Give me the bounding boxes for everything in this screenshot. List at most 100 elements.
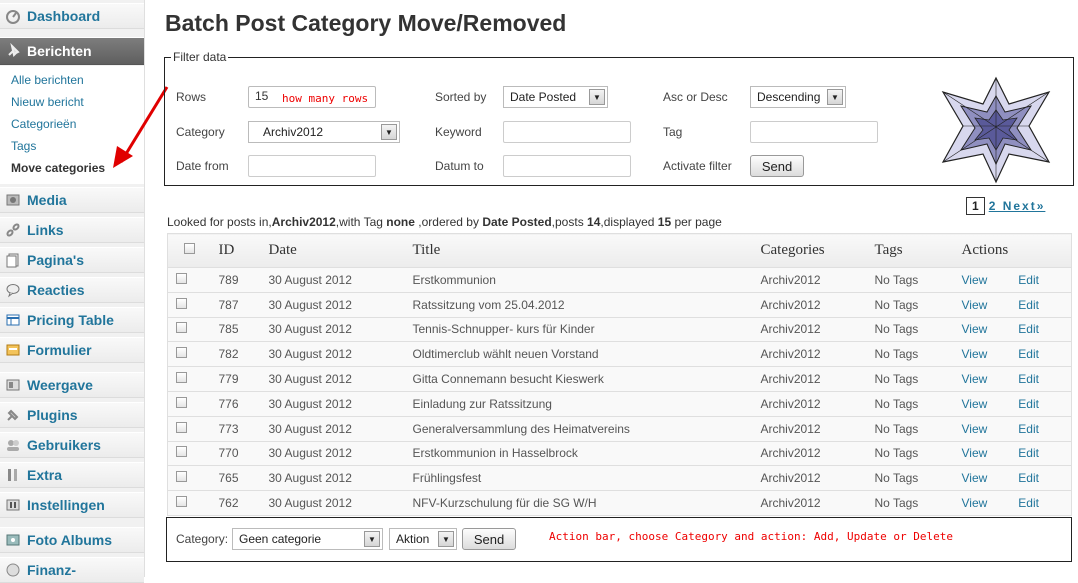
row-category: Archiv2012: [759, 267, 874, 293]
submenu-categorieen[interactable]: Categorieën: [11, 117, 76, 131]
menu-media[interactable]: Media: [0, 187, 144, 213]
row-checkbox[interactable]: [176, 421, 187, 433]
menu-links[interactable]: Links: [0, 217, 144, 243]
view-link[interactable]: View: [962, 422, 988, 436]
row-select-cell: [167, 291, 218, 318]
settings-icon: [4, 496, 22, 514]
row-tags: No Tags: [873, 490, 961, 516]
table-row: 776 30 August 2012 Einladung zur Ratssitzu…: [167, 390, 1072, 417]
dropdown-arrow-icon: ▼: [364, 531, 380, 547]
view-link[interactable]: View: [962, 446, 988, 460]
row-checkbox[interactable]: [176, 322, 187, 334]
sorted-by-select[interactable]: Date Posted ▼: [503, 86, 608, 108]
row-title: Gitta Connemann besucht Kieswerk: [411, 366, 760, 392]
row-select-cell: [167, 440, 218, 467]
menu-instellingen[interactable]: Instellingen: [0, 492, 144, 518]
date-from-input[interactable]: [248, 155, 376, 177]
view-link[interactable]: View: [962, 273, 988, 287]
summary-prefix: Looked for posts in,: [167, 215, 272, 229]
row-checkbox[interactable]: [176, 347, 187, 359]
row-checkbox[interactable]: [176, 496, 187, 508]
row-checkbox[interactable]: [176, 396, 187, 408]
view-link[interactable]: View: [962, 397, 988, 411]
row-checkbox[interactable]: [176, 446, 187, 458]
edit-link[interactable]: Edit: [1018, 422, 1039, 436]
action-select[interactable]: Aktion ▼: [389, 528, 457, 550]
rows-label: Rows: [176, 90, 207, 104]
star-logo-icon: [941, 76, 1051, 184]
row-category: Archiv2012: [759, 465, 874, 492]
action-send-button[interactable]: Send: [462, 528, 516, 550]
menu-formulier[interactable]: Formulier: [0, 337, 144, 363]
edit-link[interactable]: Edit: [1018, 446, 1039, 460]
row-checkbox[interactable]: [176, 372, 187, 384]
menu-label: Foto Albums: [27, 532, 113, 548]
col-actions: Actions: [960, 233, 1072, 268]
keyword-input[interactable]: [503, 121, 631, 143]
page-current[interactable]: 1: [966, 197, 985, 215]
menu-paginas[interactable]: Pagina's: [0, 247, 144, 273]
col-date[interactable]: Date: [267, 233, 412, 268]
page-next-links[interactable]: 2 Next»: [989, 199, 1046, 213]
submenu-move-categories[interactable]: Move categories: [11, 161, 105, 175]
row-checkbox[interactable]: [176, 297, 187, 309]
menu-label: Media: [27, 192, 67, 208]
col-categories: Categories: [759, 233, 874, 268]
table-row: 785 30 August 2012 Tennis-Schnupper- kurs …: [167, 316, 1072, 343]
dropdown-arrow-icon: ▼: [827, 89, 843, 105]
menu-label: Links: [27, 222, 64, 238]
view-link[interactable]: View: [962, 298, 988, 312]
view-link[interactable]: View: [962, 322, 988, 336]
filter-send-button[interactable]: Send: [750, 155, 804, 177]
submenu-tags[interactable]: Tags: [11, 139, 36, 153]
row-id: 782: [217, 341, 268, 368]
edit-link[interactable]: Edit: [1018, 322, 1039, 336]
edit-link[interactable]: Edit: [1018, 496, 1039, 510]
menu-reacties[interactable]: Reacties: [0, 277, 144, 303]
select-all-checkbox[interactable]: [184, 243, 195, 254]
col-title[interactable]: Title: [411, 233, 760, 268]
category-value: Archiv2012: [263, 125, 324, 139]
menu-plugins[interactable]: Plugins: [0, 402, 144, 428]
row-id: 773: [217, 415, 268, 442]
edit-link[interactable]: Edit: [1018, 273, 1039, 287]
menu-weergave[interactable]: Weergave: [0, 372, 144, 398]
view-link[interactable]: View: [962, 347, 988, 361]
form-icon: [4, 341, 22, 359]
menu-pricing-table[interactable]: Pricing Table: [0, 307, 144, 333]
summary-order: Date Posted: [482, 215, 552, 229]
edit-link[interactable]: Edit: [1018, 372, 1039, 386]
dashboard-icon: [4, 7, 22, 25]
edit-link[interactable]: Edit: [1018, 298, 1039, 312]
edit-link[interactable]: Edit: [1018, 397, 1039, 411]
tag-input[interactable]: [750, 121, 878, 143]
menu-extra[interactable]: Extra: [0, 462, 144, 488]
submenu-alle-berichten[interactable]: Alle berichten: [11, 73, 84, 87]
comments-icon: [4, 281, 22, 299]
action-category-select[interactable]: Geen categorie ▼: [232, 528, 383, 550]
menu-dashboard[interactable]: Dashboard: [0, 3, 144, 29]
view-link[interactable]: View: [962, 471, 988, 485]
edit-link[interactable]: Edit: [1018, 347, 1039, 361]
view-link[interactable]: View: [962, 496, 988, 510]
view-link[interactable]: View: [962, 372, 988, 386]
menu-finanz[interactable]: Finanz-: [0, 557, 144, 583]
row-category: Archiv2012: [759, 490, 874, 516]
menu-berichten[interactable]: Berichten: [0, 37, 144, 65]
rows-input[interactable]: 15 how many rows: [248, 86, 376, 108]
col-id[interactable]: ID: [217, 233, 268, 268]
row-category: Archiv2012: [759, 440, 874, 467]
row-checkbox[interactable]: [176, 471, 187, 483]
menu-gebruikers[interactable]: Gebruikers: [0, 432, 144, 458]
order-select[interactable]: Descending ▼: [750, 86, 846, 108]
summary-displayed-text: ,displayed: [600, 215, 658, 229]
submenu-nieuw-bericht[interactable]: Nieuw bericht: [11, 95, 84, 109]
row-title: Einladung zur Ratssitzung: [411, 390, 760, 417]
category-select[interactable]: Archiv2012 ▼: [248, 121, 400, 143]
edit-link[interactable]: Edit: [1018, 471, 1039, 485]
menu-foto-albums[interactable]: Foto Albums: [0, 527, 144, 553]
datum-to-input[interactable]: [503, 155, 631, 177]
row-title: Erstkommunion: [411, 267, 760, 293]
row-checkbox[interactable]: [176, 272, 187, 284]
table-row: 779 30 August 2012 Gitta Connemann besucht…: [167, 366, 1072, 392]
